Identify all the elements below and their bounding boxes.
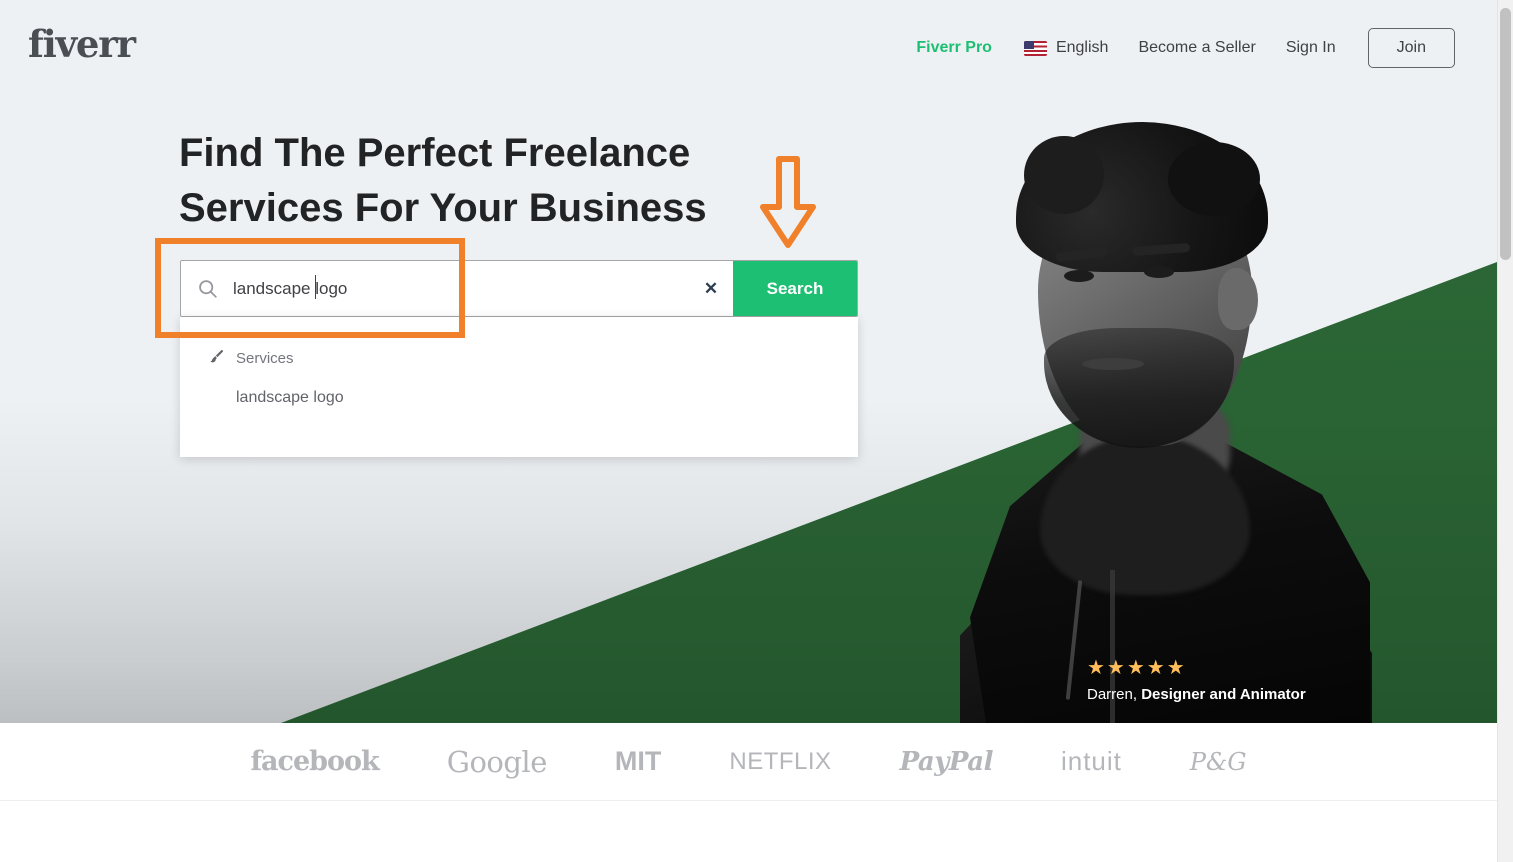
search-suggestions-dropdown: Services landscape logo (180, 317, 858, 457)
nav-language[interactable]: English (1023, 39, 1109, 57)
page-title-line1: Find The Perfect Freelance (179, 131, 691, 175)
nav-fiverr-pro[interactable]: Fiverr Pro (916, 39, 992, 57)
magnifier-icon (181, 261, 233, 316)
suggestions-group-header: Services (180, 343, 858, 373)
page-title-line2: Services For Your Business (179, 186, 707, 231)
clear-search-icon[interactable]: ✕ (689, 261, 733, 316)
suggestions-group-label: Services (236, 349, 294, 367)
hero-portrait-image (960, 100, 1372, 723)
brand-facebook: facebook (250, 746, 379, 777)
hero-caption-name: Darren, (1087, 686, 1138, 703)
portrait-eye-right (1144, 266, 1174, 278)
fiverr-logo[interactable]: fiverr (28, 22, 136, 66)
suggestion-item[interactable]: landscape logo (180, 373, 858, 423)
join-button[interactable]: Join (1367, 28, 1455, 68)
hero-caption-role: Designer and Animator (1141, 686, 1306, 703)
search-input[interactable] (233, 261, 689, 316)
below-fold-area (0, 801, 1497, 862)
search-bar: ✕ Search (180, 260, 858, 317)
paint-brush-icon (208, 348, 225, 369)
brand-mit: MIT (614, 746, 662, 776)
nav-language-label: English (1055, 39, 1109, 56)
page-root: ★★★★★ Darren, Designer and Animator five… (0, 0, 1513, 862)
brand-intuit: intuit (1060, 746, 1122, 776)
main-navigation: Fiverr Pro English Become a Seller Sign … (916, 28, 1455, 68)
nav-become-a-seller[interactable]: Become a Seller (1138, 39, 1255, 57)
text-caret (315, 275, 316, 299)
hero-caption-text: Darren, Designer and Animator (1087, 686, 1306, 703)
rating-stars-icon: ★★★★★ (1087, 657, 1187, 679)
brand-pg: P&G (1189, 747, 1247, 776)
page-scrollbar[interactable] (1497, 0, 1513, 862)
scrollbar-thumb[interactable] (1500, 8, 1511, 260)
hero-caption: ★★★★★ Darren, Designer and Animator (1087, 658, 1306, 703)
portrait-mouth (1082, 358, 1144, 370)
us-flag-icon (1023, 40, 1047, 56)
brand-google: Google (446, 744, 548, 779)
site-header: fiverr Fiverr Pro English Become a Selle… (0, 0, 1497, 92)
portrait-ear (1218, 268, 1258, 330)
portrait-eye-left (1064, 270, 1094, 282)
search-button[interactable]: Search (733, 261, 857, 316)
page-title: Find The Perfect Freelance Services For … (179, 126, 707, 236)
brand-paypal: PayPal (899, 746, 994, 777)
nav-sign-in[interactable]: Sign In (1286, 39, 1336, 57)
search-area: ✕ Search Services landscape logo (180, 260, 858, 457)
trusted-brands-strip: facebook Google MIT NETFLIX PayPal intui… (0, 723, 1497, 801)
brand-netflix: NETFLIX (729, 747, 832, 775)
